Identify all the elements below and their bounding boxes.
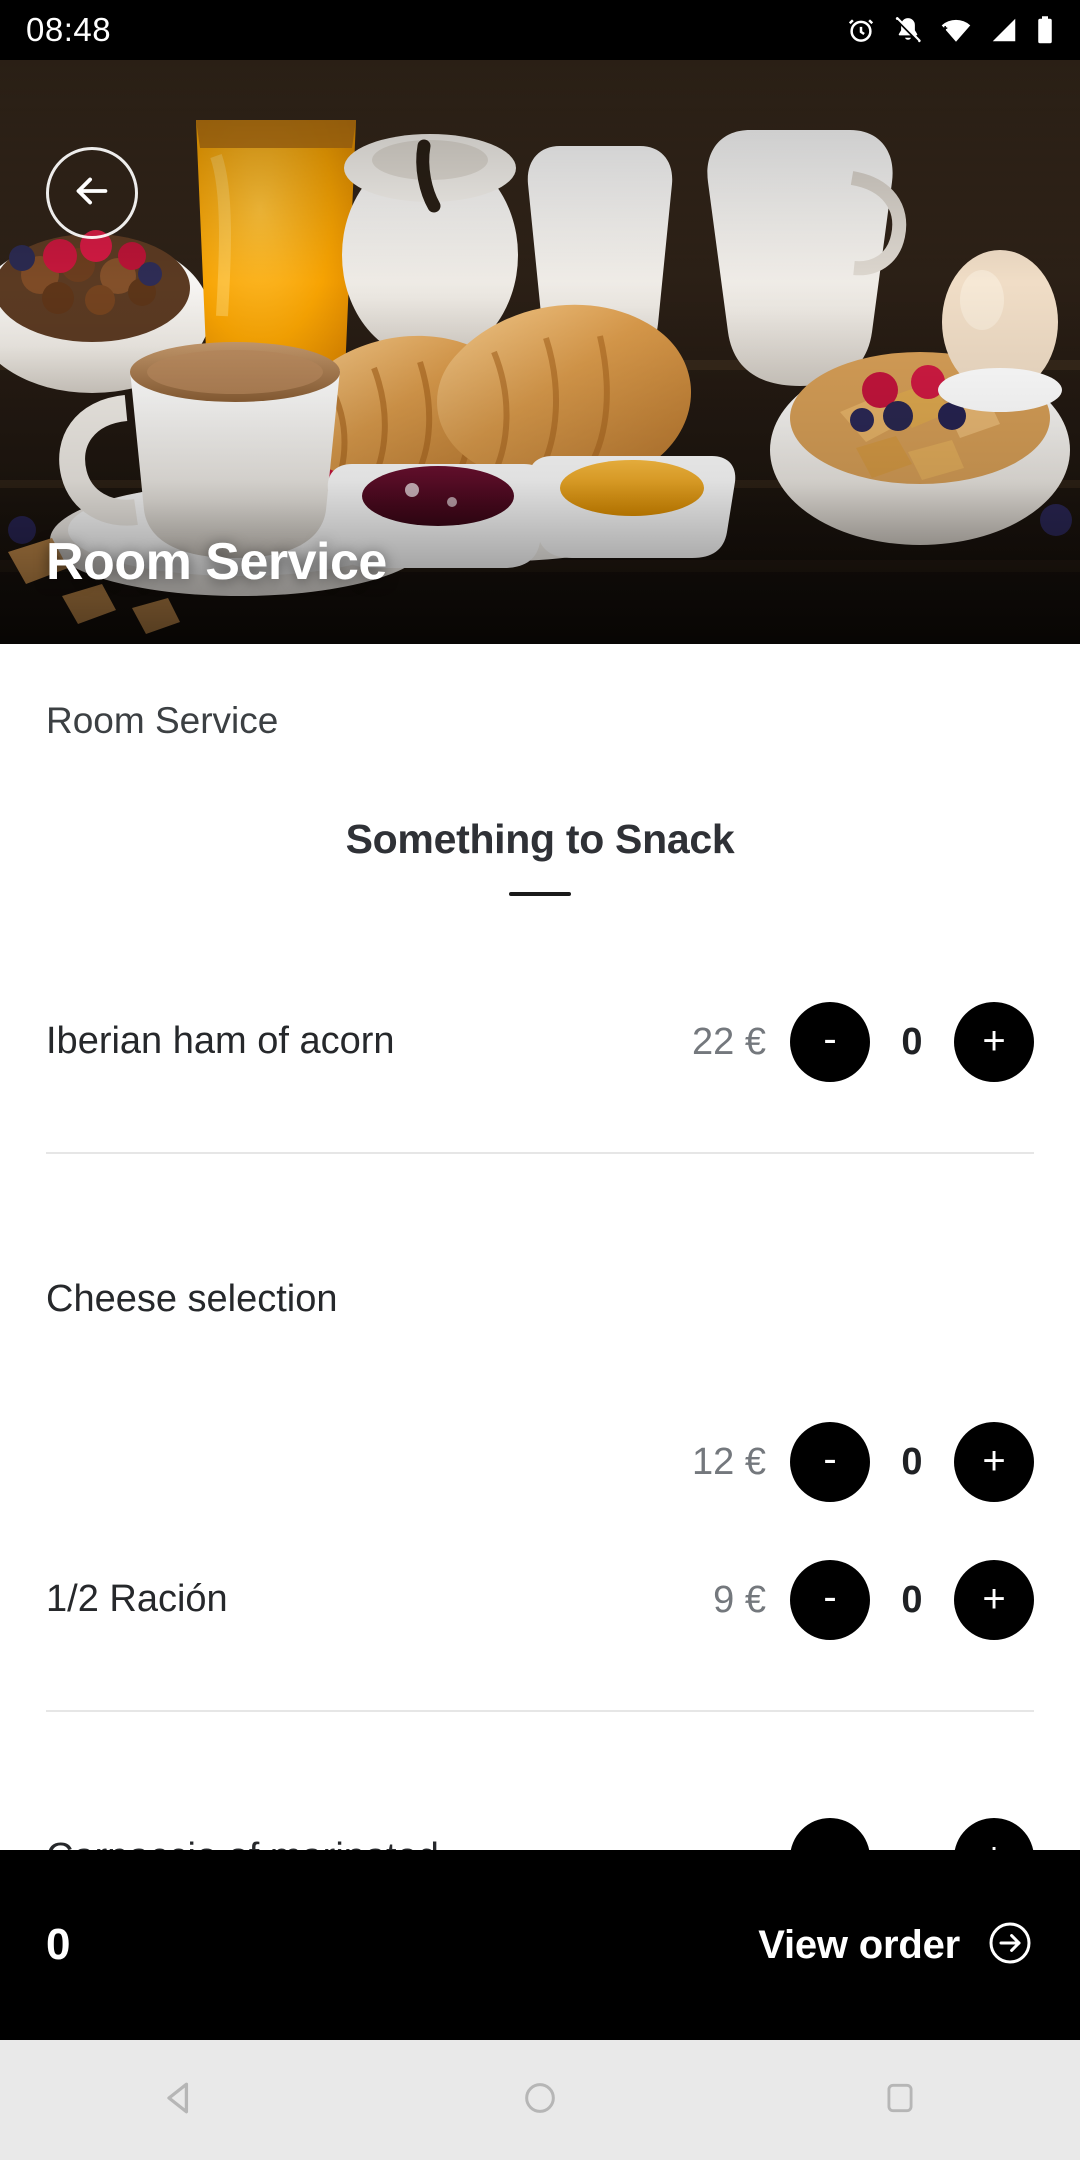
- nav-recents-button[interactable]: [840, 2040, 960, 2160]
- circle-home-icon: [520, 2078, 560, 2123]
- item-price: 22 €: [692, 1020, 766, 1063]
- android-nav-bar: [0, 2040, 1080, 2160]
- item-price: 9 €: [713, 1578, 766, 1621]
- item-name: Iberian ham of acorn: [46, 1020, 395, 1063]
- increase-quantity-button[interactable]: +: [954, 1818, 1034, 1850]
- item-name: Cheese selection: [46, 1278, 338, 1321]
- item-price: 12 €: [692, 1440, 766, 1483]
- item-controls: 12 € - 0 +: [661, 1422, 1034, 1502]
- hero-title: Room Service: [46, 533, 387, 591]
- hero-banner: Room Service: [0, 60, 1080, 644]
- item-name: Carpaccio of marinated: [46, 1835, 439, 1850]
- arrow-left-icon: [69, 168, 115, 219]
- nav-back-button[interactable]: [120, 2040, 240, 2160]
- menu-content: Room Service Something to Snack Iberian …: [0, 644, 1080, 1850]
- item-controls: 9 € - 0 +: [661, 1560, 1034, 1640]
- item-controls: - +: [790, 1818, 1034, 1850]
- alarm-icon: [846, 15, 876, 45]
- item-name: 1/2 Ración: [46, 1578, 228, 1621]
- menu-item-row[interactable]: Cheese selection: [0, 1248, 1080, 1352]
- order-bar: 0 View order: [0, 1850, 1080, 2040]
- battery-icon: [1036, 15, 1054, 45]
- section-title: Something to Snack: [345, 816, 735, 862]
- view-order-button[interactable]: View order: [758, 1919, 1034, 1972]
- triangle-back-icon: [158, 2076, 202, 2125]
- item-quantity: 0: [901, 1440, 923, 1483]
- order-item-count: 0: [46, 1920, 71, 1969]
- menu-item-row[interactable]: 1/2 Ración 9 € - 0 +: [0, 1548, 1080, 1652]
- item-quantity: 0: [901, 1020, 923, 1063]
- status-time: 08:48: [26, 11, 112, 48]
- increase-quantity-button[interactable]: +: [954, 1560, 1034, 1640]
- square-recents-icon: [881, 2079, 919, 2122]
- decrease-quantity-button[interactable]: -: [790, 1560, 870, 1640]
- item-controls: 22 € - 0 +: [661, 1002, 1034, 1082]
- status-icons: [846, 15, 1054, 45]
- status-bar: 08:48: [0, 0, 1080, 60]
- back-button[interactable]: [46, 147, 138, 239]
- decrease-quantity-button[interactable]: -: [790, 1818, 870, 1850]
- increase-quantity-button[interactable]: +: [954, 1002, 1034, 1082]
- decrease-quantity-button[interactable]: -: [790, 1002, 870, 1082]
- item-quantity: 0: [901, 1578, 923, 1621]
- cellular-signal-icon: [989, 15, 1019, 45]
- decrease-quantity-button[interactable]: -: [790, 1422, 870, 1502]
- notifications-muted-icon: [893, 15, 923, 45]
- wifi-icon: [940, 15, 972, 45]
- nav-home-button[interactable]: [480, 2040, 600, 2160]
- menu-item-row[interactable]: Carpaccio of marinated - +: [0, 1806, 1080, 1850]
- menu-item-row[interactable]: 12 € - 0 +: [0, 1410, 1080, 1514]
- app-screen: 08:48 Room Service Room Service Somethin…: [0, 0, 1080, 2160]
- breadcrumb: Room Service: [46, 700, 279, 741]
- arrow-right-circle-icon: [986, 1919, 1034, 1972]
- section-header: Something to Snack: [0, 816, 1080, 896]
- view-order-label: View order: [758, 1922, 960, 1967]
- increase-quantity-button[interactable]: +: [954, 1422, 1034, 1502]
- menu-item-row[interactable]: Iberian ham of acorn 22 € - 0 +: [0, 990, 1080, 1094]
